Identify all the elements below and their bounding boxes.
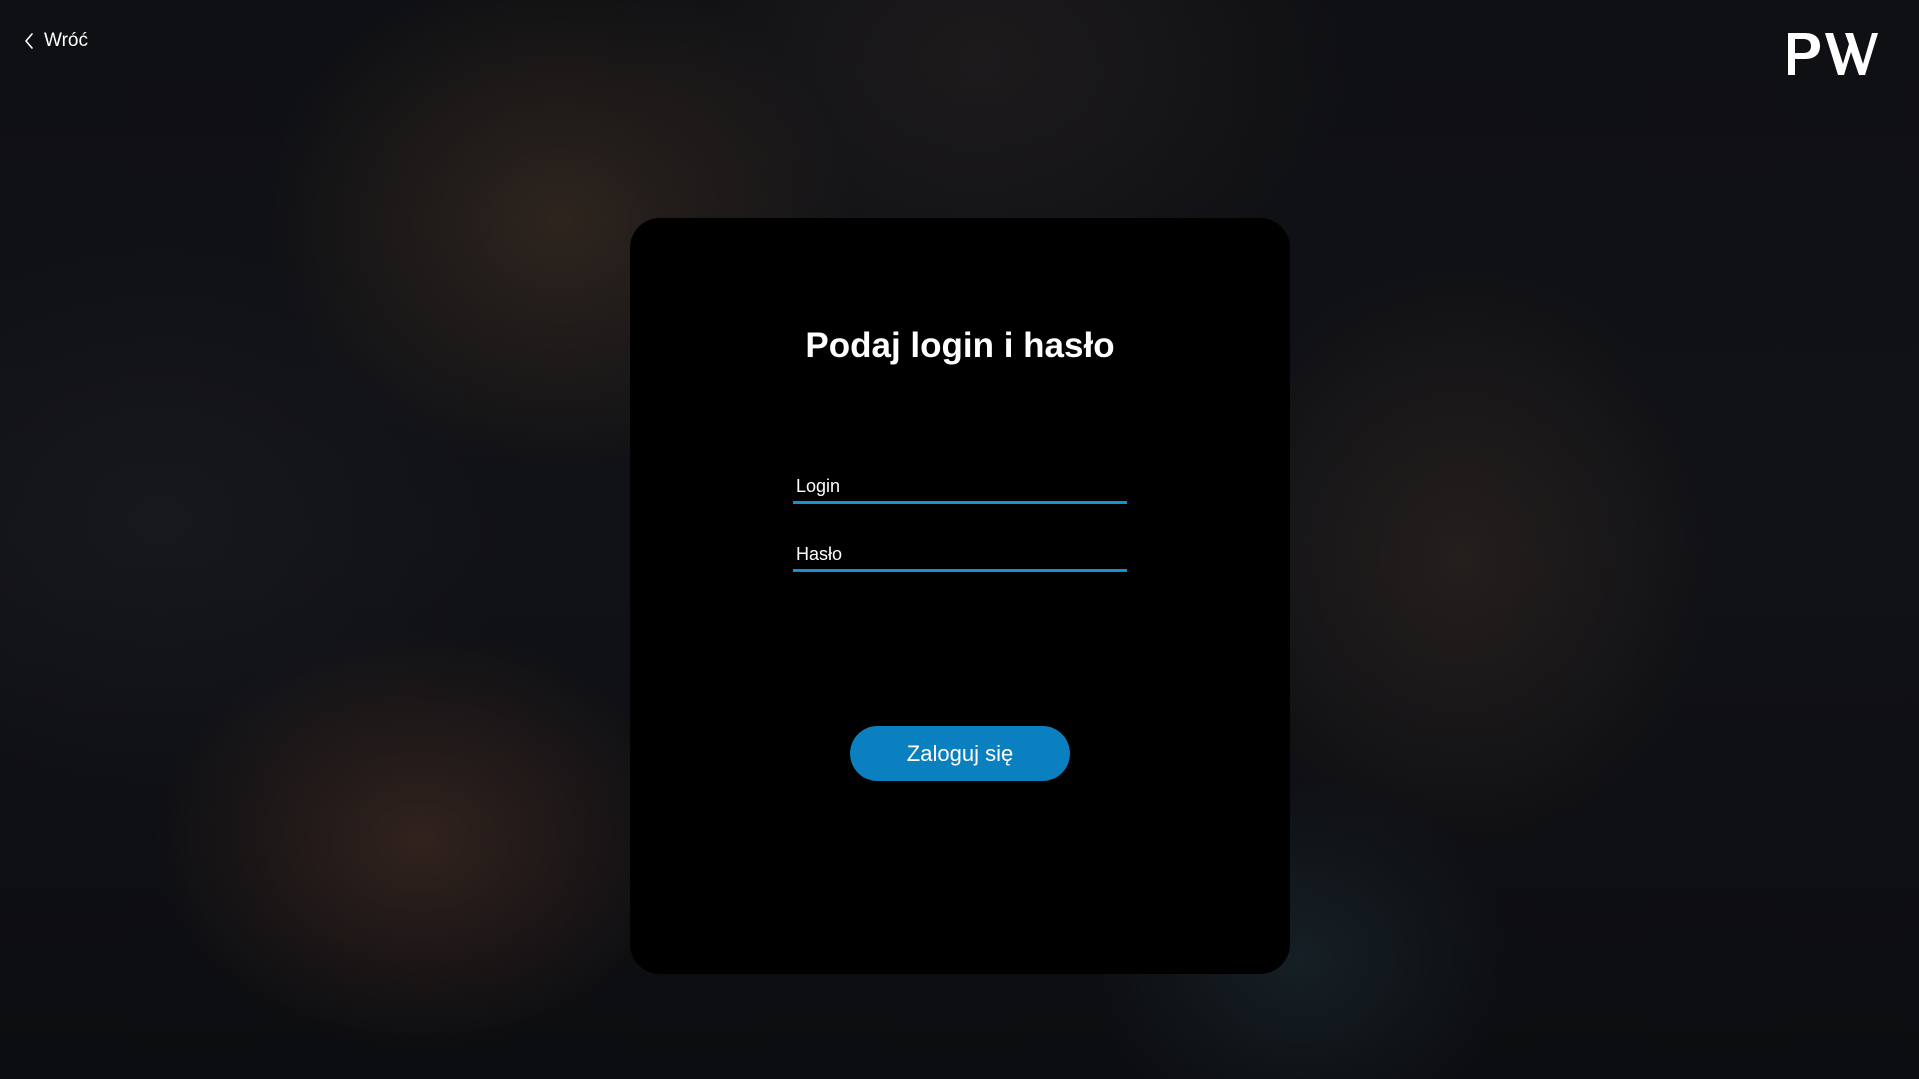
- chevron-left-icon: [24, 33, 34, 49]
- pw-logo: [1787, 32, 1879, 76]
- login-field-wrapper: [793, 464, 1127, 504]
- pw-logo-mark: [1788, 33, 1878, 75]
- back-link-label: Wróć: [44, 30, 88, 51]
- login-card: Podaj login i hasło Zaloguj się: [630, 218, 1290, 974]
- login-input[interactable]: [793, 464, 1127, 501]
- password-input[interactable]: [793, 532, 1127, 569]
- login-button[interactable]: Zaloguj się: [850, 726, 1070, 781]
- page-title: Podaj login i hasło: [805, 326, 1115, 365]
- password-field-wrapper: [793, 532, 1127, 572]
- back-link[interactable]: Wróć: [24, 30, 88, 52]
